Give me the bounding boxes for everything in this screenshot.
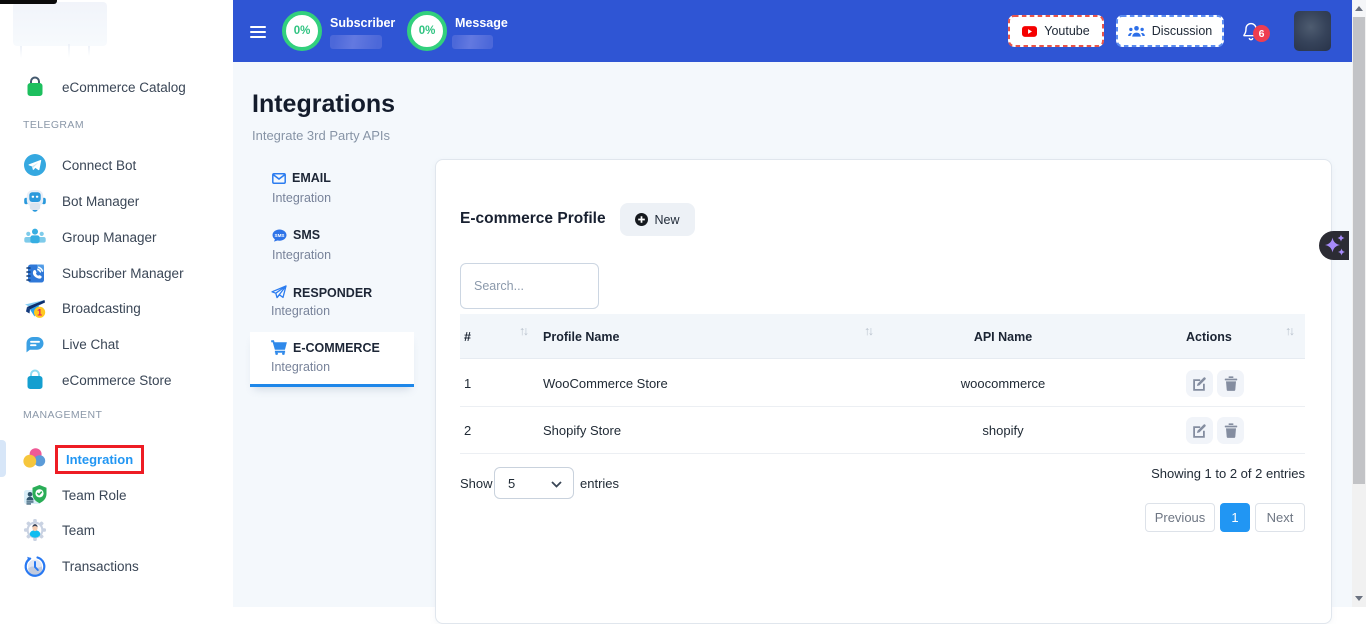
svg-text:1: 1 (37, 308, 42, 318)
svg-text:SMS: SMS (275, 233, 285, 238)
